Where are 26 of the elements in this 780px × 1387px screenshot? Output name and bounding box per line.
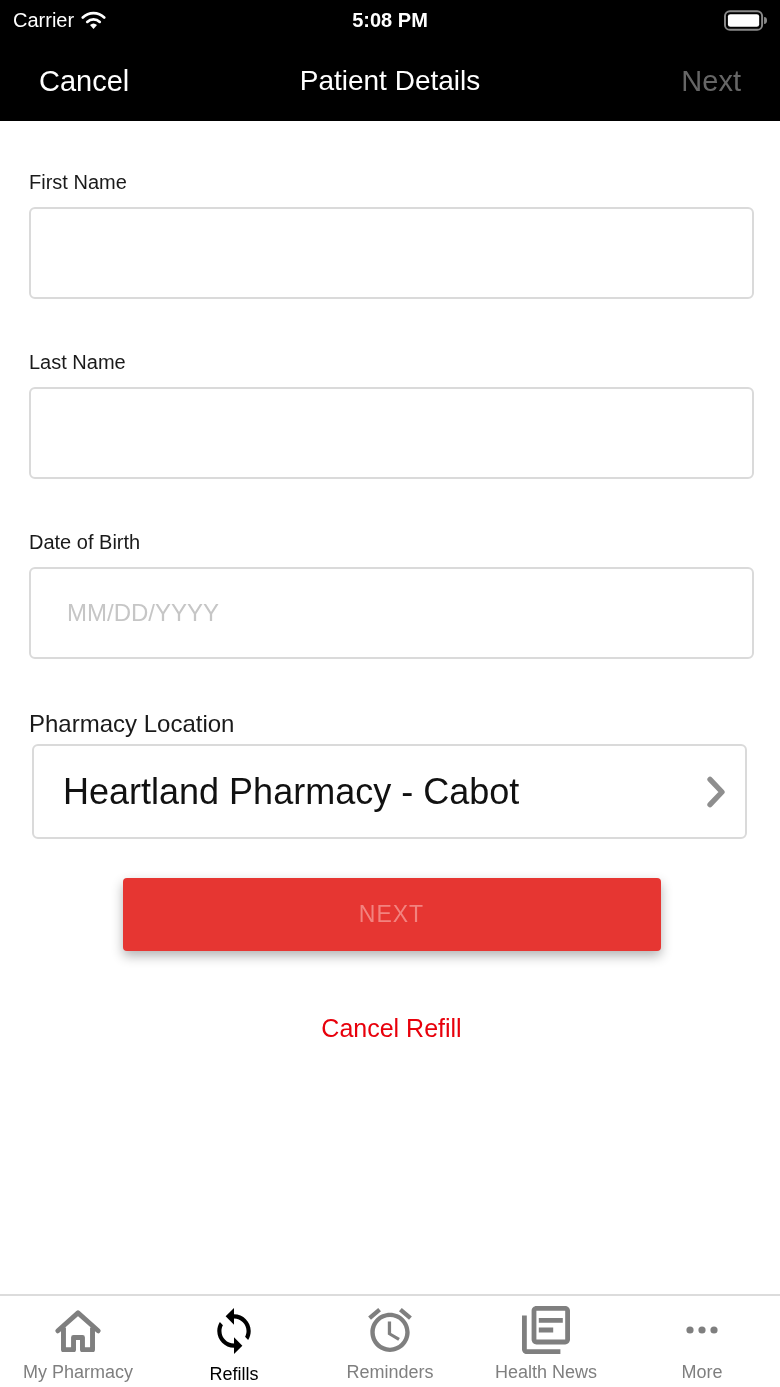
cancel-button[interactable]: Cancel bbox=[39, 63, 130, 98]
cancel-refill-link[interactable]: Cancel Refill bbox=[321, 1013, 462, 1043]
tab-item[interactable]: Refills bbox=[156, 1296, 312, 1387]
input-field[interactable] bbox=[29, 387, 754, 479]
field-label: Date of Birth bbox=[29, 530, 141, 554]
tab-item[interactable]: Reminders bbox=[312, 1296, 468, 1387]
tab-item[interactable]: My Pharmacy bbox=[0, 1296, 156, 1387]
more-icon bbox=[686, 1326, 718, 1334]
house-icon bbox=[55, 1310, 101, 1352]
documents-icon bbox=[522, 1306, 570, 1354]
tab-item[interactable]: Health News bbox=[468, 1296, 624, 1387]
tab-item[interactable]: More bbox=[624, 1296, 780, 1387]
input-field[interactable] bbox=[29, 207, 754, 299]
alarm-clock-icon bbox=[368, 1308, 412, 1352]
refresh-icon bbox=[217, 1308, 251, 1354]
screen-title: Patient Details bbox=[299, 63, 481, 98]
wifi-icon bbox=[81, 11, 107, 29]
field-label: First Name bbox=[29, 170, 127, 194]
chevron-icon bbox=[706, 775, 726, 808]
location-select[interactable]: Heartland Pharmacy - Cabot bbox=[32, 744, 747, 839]
battery-icon bbox=[724, 9, 767, 31]
clock-time: 5:08 PM bbox=[352, 8, 428, 32]
input-field[interactable]: MM/DD/YYYY bbox=[29, 567, 754, 659]
field-label: Last Name bbox=[29, 350, 126, 374]
field-label: Pharmacy Location bbox=[29, 710, 235, 738]
carrier-name: Carrier bbox=[13, 8, 75, 32]
